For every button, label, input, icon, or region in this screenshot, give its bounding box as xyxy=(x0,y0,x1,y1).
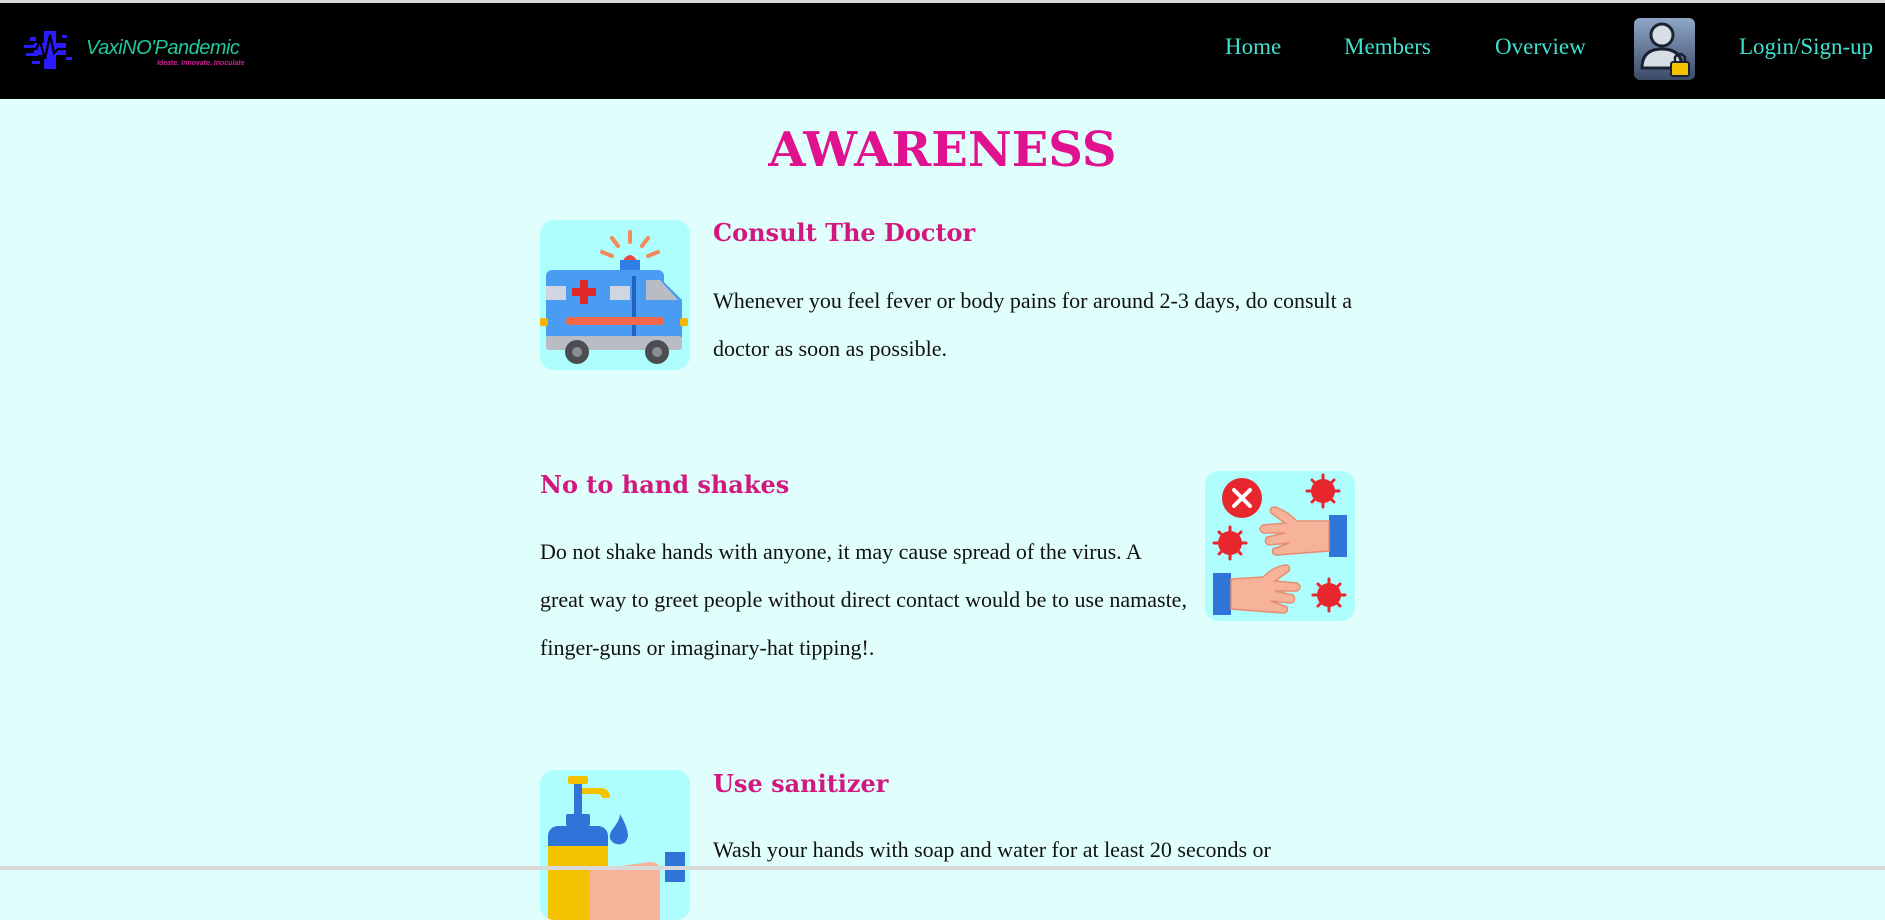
nav-overview-link[interactable]: Overview xyxy=(1495,34,1586,60)
window-bottom-border xyxy=(0,866,1885,870)
card-text-no-handshakes: Do not shake hands with anyone, it may c… xyxy=(540,539,1187,660)
page-title: AWARENESS xyxy=(768,122,1117,178)
card-title-no-handshakes: No to hand shakes xyxy=(540,470,790,499)
card-title-use-sanitizer: Use sanitizer xyxy=(713,769,889,798)
logo-pulse-icon xyxy=(22,31,80,69)
sanitizer-icon xyxy=(540,770,690,920)
ambulance-icon xyxy=(540,220,690,370)
card-text-consult-doctor: Whenever you feel fever or body pains fo… xyxy=(713,288,1353,361)
brand-tagline: Ideate. Innovate. Inoculate xyxy=(157,60,245,67)
navbar: VaxiNO'Pandemic Ideate. Innovate. Inocul… xyxy=(0,3,1885,99)
card-title-consult-doctor: Consult The Doctor xyxy=(713,218,976,247)
nav-home-link[interactable]: Home xyxy=(1225,34,1281,60)
brand-name: VaxiNO'Pandemic xyxy=(86,37,240,59)
nav-login-link[interactable]: Login/Sign-up xyxy=(1739,34,1873,60)
no-handshake-icon xyxy=(1205,471,1355,621)
user-lock-icon[interactable] xyxy=(1634,18,1695,80)
nav-members-link[interactable]: Members xyxy=(1344,34,1431,60)
brand-logo[interactable]: VaxiNO'Pandemic Ideate. Innovate. Inocul… xyxy=(22,25,267,75)
